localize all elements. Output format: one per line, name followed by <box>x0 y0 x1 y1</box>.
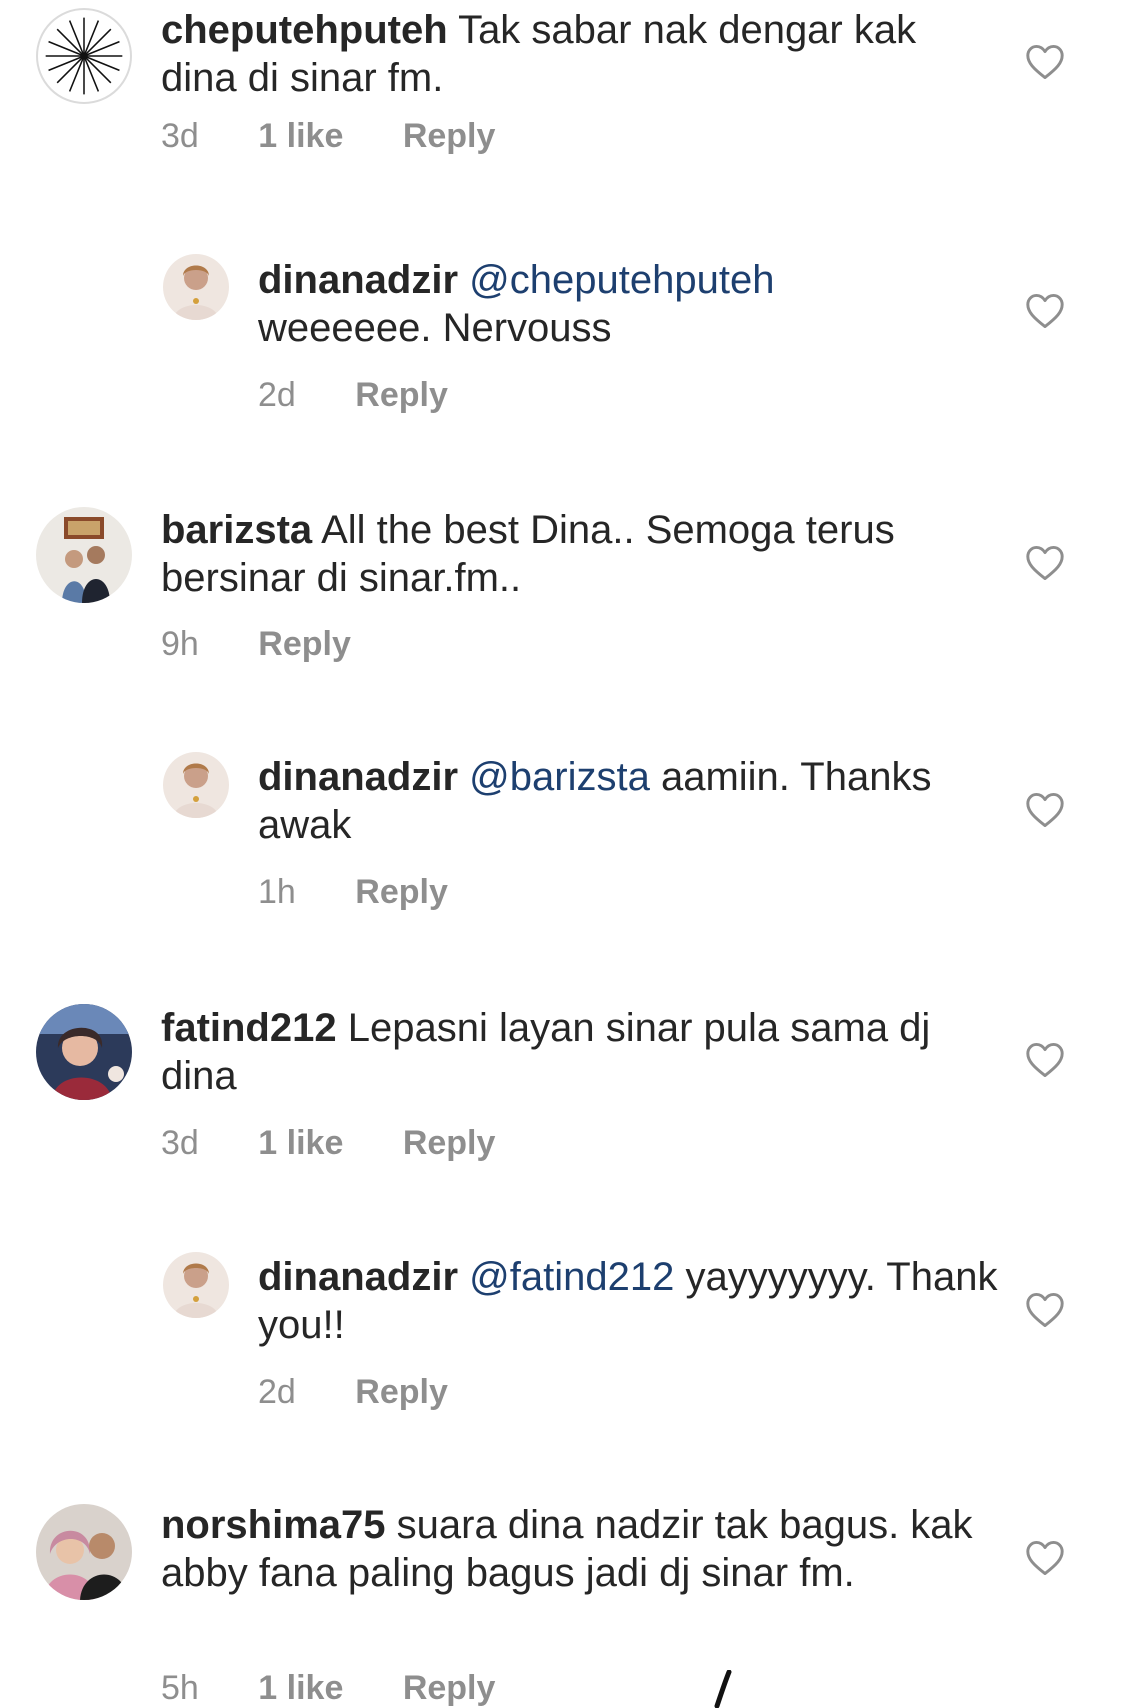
comment-meta: 3d 1 like Reply <box>161 1123 495 1163</box>
comment-likes[interactable]: 1 like <box>258 1123 343 1163</box>
comment-text: cheputehputeh Tak sabar nak dengar kak d… <box>161 6 991 102</box>
avatar[interactable] <box>163 254 229 320</box>
comment-meta: 9h Reply <box>161 624 351 664</box>
comment-text: dinanadzir @cheputehputeh weeeeee. Nervo… <box>258 256 998 352</box>
comment-text: dinanadzir @barizsta aamiin. Thanks awak <box>258 753 998 849</box>
comment-time: 1h <box>258 873 296 911</box>
profile-photo-avatar-icon <box>163 254 229 320</box>
profile-photo-avatar-icon <box>163 1252 229 1318</box>
reply-button[interactable]: Reply <box>403 1123 496 1163</box>
spoke-wheel-avatar-icon <box>39 11 129 101</box>
avatar[interactable] <box>36 507 132 603</box>
comment-time: 3d <box>161 117 199 155</box>
comment-time: 5h <box>161 1669 199 1707</box>
reply-button[interactable]: Reply <box>258 624 351 664</box>
like-heart-icon[interactable] <box>1025 545 1065 581</box>
comment-meta: 2d Reply <box>258 1372 448 1412</box>
comment-meta: 1h Reply <box>258 872 448 912</box>
comment-time: 2d <box>258 1373 296 1411</box>
comment-text: dinanadzir @fatind212 yayyyyyyy. Thank y… <box>258 1253 998 1349</box>
profile-photo-avatar-icon <box>36 1004 132 1100</box>
comment-mention[interactable]: @fatind212 <box>469 1255 674 1299</box>
comment-username[interactable]: dinanadzir <box>258 258 458 302</box>
comment-username[interactable]: norshima75 <box>161 1503 386 1547</box>
profile-photo-avatar-icon <box>163 752 229 818</box>
reply-button[interactable]: Reply <box>355 872 448 912</box>
drawn-stroke-mark <box>714 1670 732 1708</box>
comment-text: fatind212 Lepasni layan sinar pula sama … <box>161 1004 991 1100</box>
comment-time: 3d <box>161 1124 199 1162</box>
comment-meta: 2d Reply <box>258 375 448 415</box>
avatar[interactable] <box>36 1004 132 1100</box>
comment-time: 9h <box>161 625 199 663</box>
comment-username[interactable]: fatind212 <box>161 1006 337 1050</box>
avatar[interactable] <box>163 1252 229 1318</box>
like-heart-icon[interactable] <box>1025 1292 1065 1328</box>
comment-username[interactable]: cheputehputeh <box>161 8 448 52</box>
profile-photo-avatar-icon <box>36 1504 132 1600</box>
avatar[interactable] <box>36 8 132 104</box>
like-heart-icon[interactable] <box>1025 1042 1065 1078</box>
like-heart-icon[interactable] <box>1025 792 1065 828</box>
comment-meta: 5h 1 like Reply <box>161 1668 495 1708</box>
reply-button[interactable]: Reply <box>355 1372 448 1412</box>
profile-photo-avatar-icon <box>36 507 132 603</box>
comment-username[interactable]: dinanadzir <box>258 1255 458 1299</box>
comment-username[interactable]: dinanadzir <box>258 755 458 799</box>
comment-mention[interactable]: @barizsta <box>469 755 650 799</box>
comment-time: 2d <box>258 376 296 414</box>
comment-likes[interactable]: 1 like <box>258 1668 343 1708</box>
like-heart-icon[interactable] <box>1025 44 1065 80</box>
comment-username[interactable]: barizsta <box>161 508 312 552</box>
comment-likes[interactable]: 1 like <box>258 116 343 156</box>
comment-text: barizsta All the best Dina.. Semoga teru… <box>161 506 991 602</box>
reply-button[interactable]: Reply <box>403 116 496 156</box>
avatar[interactable] <box>163 752 229 818</box>
comment-text: norshima75 suara dina nadzir tak bagus. … <box>161 1501 991 1597</box>
comment-body: weeeeee. Nervouss <box>258 306 612 350</box>
like-heart-icon[interactable] <box>1025 1540 1065 1576</box>
like-heart-icon[interactable] <box>1025 293 1065 329</box>
comment-mention[interactable]: @cheputehputeh <box>469 258 774 302</box>
avatar[interactable] <box>36 1504 132 1600</box>
reply-button[interactable]: Reply <box>403 1668 496 1708</box>
comment-meta: 3d 1 like Reply <box>161 116 495 156</box>
reply-button[interactable]: Reply <box>355 375 448 415</box>
